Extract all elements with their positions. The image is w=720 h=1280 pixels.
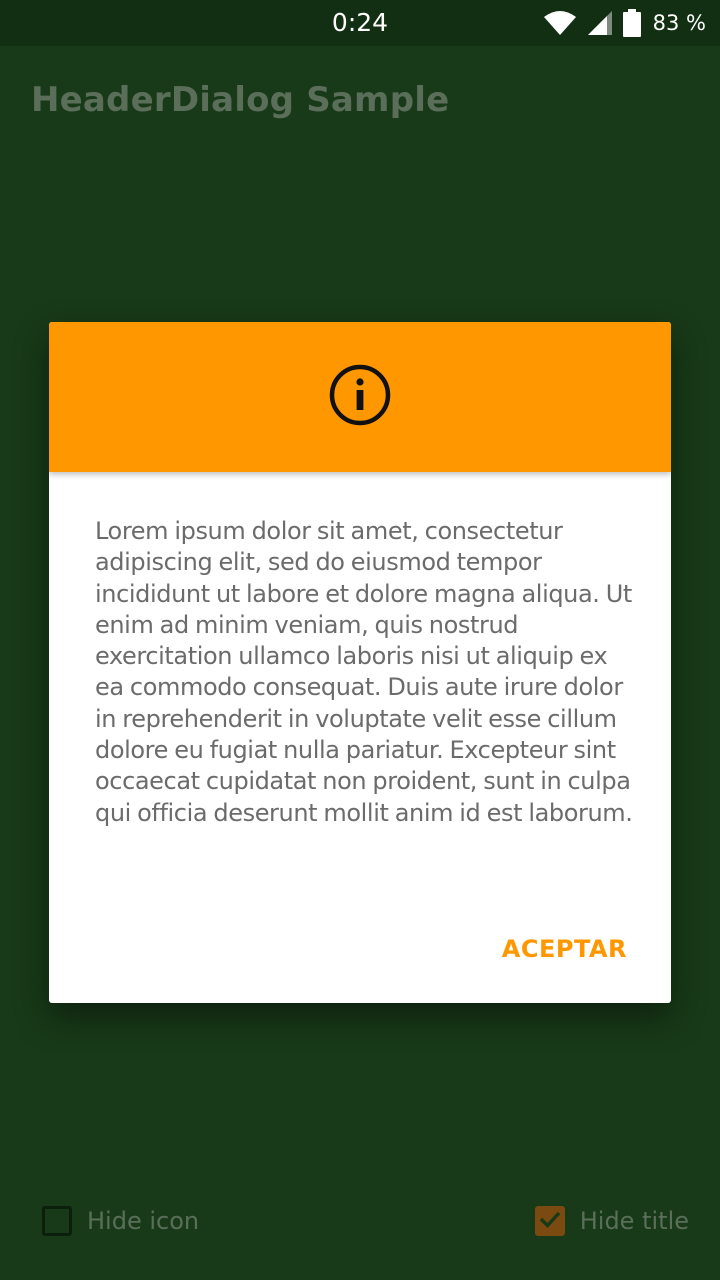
cell-signal-icon [587,10,613,36]
header-dialog: Lorem ipsum dolor sit amet, consectetur … [49,322,671,1003]
hide-icon-label: Hide icon [87,1207,200,1235]
hide-title-option[interactable]: Hide title [534,1204,689,1238]
info-icon [329,364,391,431]
battery-icon [622,9,641,37]
hide-title-checkbox[interactable] [534,1206,565,1236]
hide-title-label: Hide title [579,1207,689,1235]
screen: 0:24 83 % HeaderDialog Sample Lorem ipsu… [0,0,720,1280]
dialog-message: Lorem ipsum dolor sit amet, consectetur … [95,517,633,827]
hide-icon-checkbox[interactable] [42,1206,72,1236]
status-bar: 0:24 83 % [0,0,720,46]
app-title: HeaderDialog Sample [31,80,450,120]
status-icons: 83 % [543,8,706,38]
wifi-icon [543,10,577,36]
battery-percent: 83 % [652,11,706,35]
dialog-header [49,322,671,472]
checkmark-icon [538,1207,562,1236]
hide-icon-option[interactable]: Hide icon [42,1204,199,1238]
accept-button[interactable]: ACEPTAR [502,935,627,963]
